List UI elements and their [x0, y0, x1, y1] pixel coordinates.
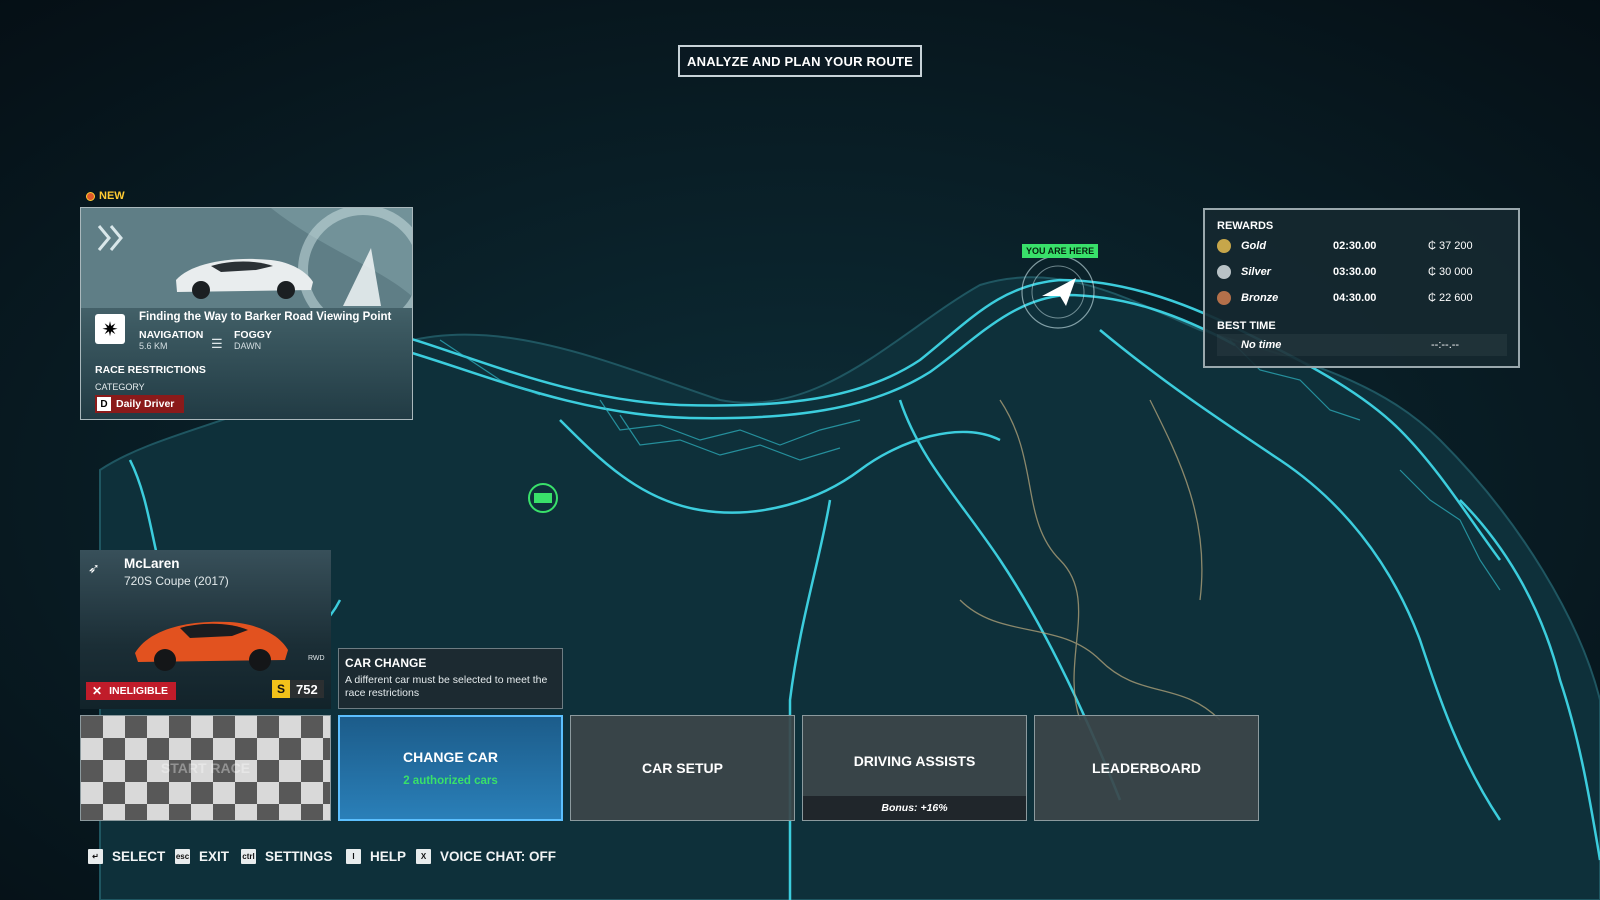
- page-title: ANALYZE AND PLAN YOUR ROUTE: [678, 45, 922, 77]
- credits-icon: ₵: [1428, 266, 1439, 278]
- event-hero-image: [81, 208, 412, 308]
- bronze-medal-icon: [1217, 291, 1231, 305]
- tooltip-title: CAR CHANGE: [345, 656, 427, 670]
- gold-medal-icon: [1217, 239, 1231, 253]
- reward-tier-name: Gold: [1241, 240, 1267, 252]
- reward-row-bronze: Bronze 04:30.00 ₵ 22 600: [1217, 286, 1507, 310]
- x-key-icon: X: [416, 849, 431, 864]
- event-weather: FOGGY: [234, 329, 272, 341]
- reward-tier-credits: 37 200: [1439, 240, 1473, 252]
- tooltip-body: A different car must be selected to meet…: [345, 674, 548, 699]
- silver-medal-icon: [1217, 265, 1231, 279]
- fog-icon: ☰: [211, 336, 223, 351]
- car-rating: 752: [290, 680, 324, 698]
- category-label: CATEGORY: [95, 382, 145, 392]
- reward-row-gold: Gold 02:30.00 ₵ 37 200: [1217, 234, 1507, 258]
- close-icon: ✕: [92, 684, 103, 698]
- reward-tier-name: Silver: [1241, 266, 1271, 278]
- driving-assists-label: DRIVING ASSISTS: [853, 753, 976, 769]
- category-value: Daily Driver: [116, 398, 175, 410]
- car-brand: McLaren: [124, 556, 180, 571]
- you-are-here-label: YOU ARE HERE: [1022, 244, 1099, 258]
- hint-select[interactable]: ↵ SELECT: [88, 849, 165, 864]
- best-time-label: No time: [1241, 339, 1282, 351]
- reward-row-silver: Silver 03:30.00 ₵ 30 000: [1217, 260, 1507, 284]
- change-car-label: CHANGE CAR: [403, 749, 498, 765]
- hint-help[interactable]: I HELP: [346, 849, 406, 864]
- hint-settings[interactable]: ctrl SETTINGS: [241, 849, 333, 864]
- leaderboard-button[interactable]: LEADERBOARD: [1034, 715, 1259, 821]
- car-image: [135, 621, 288, 671]
- start-race-button[interactable]: START RACE: [80, 715, 331, 821]
- category-letter: D: [97, 397, 111, 411]
- race-restrictions-heading: RACE RESTRICTIONS: [95, 364, 206, 376]
- event-card[interactable]: ✷ Finding the Way to Barker Road Viewing…: [80, 207, 413, 420]
- event-mode: NAVIGATION: [139, 329, 204, 341]
- best-time-heading: BEST TIME: [1217, 320, 1276, 332]
- reward-tier-credits: 22 600: [1439, 292, 1473, 304]
- best-time-value: --:--.--: [1431, 339, 1460, 351]
- new-dot-icon: [86, 191, 95, 201]
- navigation-mode-icon: ✷: [95, 314, 125, 344]
- esc-key-icon: esc: [175, 849, 190, 864]
- hint-label: HELP: [370, 849, 407, 864]
- reward-tier-time: 02:30.00: [1333, 240, 1377, 252]
- reward-tier-name: Bronze: [1241, 292, 1279, 304]
- leaderboard-label: LEADERBOARD: [1092, 760, 1201, 776]
- reward-tier-time: 04:30.00: [1333, 292, 1377, 304]
- car-setup-button[interactable]: CAR SETUP: [570, 715, 795, 821]
- driving-assists-button[interactable]: DRIVING ASSISTS Bonus: +16%: [802, 715, 1027, 821]
- new-label: NEW: [99, 190, 125, 202]
- hint-label: EXIT: [199, 849, 230, 864]
- hint-label: SETTINGS: [265, 849, 333, 864]
- category-badge: D Daily Driver: [95, 395, 185, 413]
- hint-voice-chat[interactable]: X VOICE CHAT: OFF: [416, 849, 556, 864]
- car-change-tooltip: CAR CHANGE A different car must be selec…: [338, 648, 563, 709]
- change-car-button[interactable]: CHANGE CAR 2 authorized cars: [338, 715, 563, 821]
- ineligible-badge: ✕ INELIGIBLE: [86, 682, 176, 700]
- i-key-icon: I: [346, 849, 361, 864]
- event-weather-block: FOGGY DAWN: [234, 329, 272, 351]
- reward-tier-time: 03:30.00: [1333, 266, 1377, 278]
- event-mode-block: NAVIGATION 5.6 KM: [139, 329, 203, 351]
- rewards-heading: REWARDS: [1217, 220, 1274, 232]
- authorized-cars-label: 2 authorized cars: [403, 775, 498, 787]
- event-time-of-day: DAWN: [234, 341, 262, 351]
- rewards-panel: REWARDS Gold 02:30.00 ₵ 37 200 Silver 03…: [1203, 208, 1520, 368]
- credits-icon: ₵: [1428, 292, 1439, 304]
- event-title: Finding the Way to Barker Road Viewing P…: [139, 311, 392, 323]
- selected-car-card[interactable]: ➶ McLaren 720S Coupe (2017) RWD ✕ INELIG…: [80, 550, 331, 709]
- start-race-label: START RACE: [160, 760, 251, 776]
- drive-type: RWD: [308, 655, 325, 662]
- car-rating-badge: S 752: [272, 680, 324, 698]
- hint-exit[interactable]: esc EXIT: [175, 849, 229, 864]
- credits-icon: ₵: [1428, 240, 1439, 252]
- event-distance: 5.6 KM: [139, 341, 168, 351]
- mclaren-logo-icon: ➶: [88, 560, 100, 576]
- new-tag: NEW: [86, 190, 125, 202]
- best-time-row: No time --:--.--: [1217, 334, 1507, 356]
- reward-tier-credits: 30 000: [1439, 266, 1473, 278]
- car-model: 720S Coupe (2017): [124, 574, 229, 588]
- enter-key-icon: ↵: [88, 849, 103, 864]
- hint-label: VOICE CHAT: OFF: [440, 849, 556, 864]
- ineligible-label: INELIGIBLE: [109, 685, 168, 697]
- assists-bonus: Bonus: +16%: [803, 796, 1026, 820]
- car-class-letter: S: [272, 680, 290, 698]
- hint-label: SELECT: [112, 849, 166, 864]
- car-setup-label: CAR SETUP: [642, 760, 723, 776]
- ctrl-key-icon: ctrl: [241, 849, 256, 864]
